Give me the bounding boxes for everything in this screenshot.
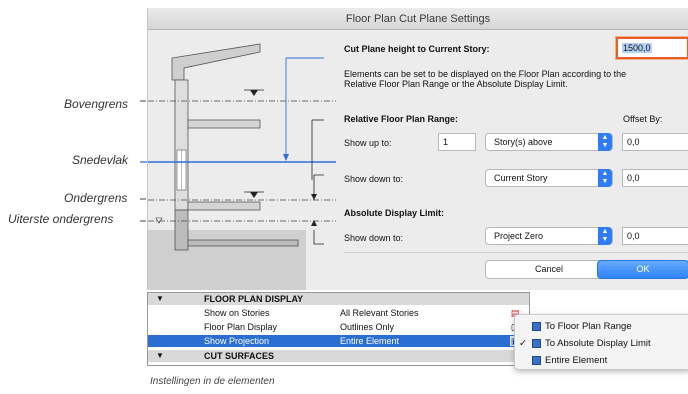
cut-plane-settings-dialog: Floor Plan Cut Plane Settings Cut Plane … (147, 8, 688, 290)
offset-by-label: Offset By: (623, 114, 663, 124)
menu-item-to-floor-plan-range[interactable]: To Floor Plan Range (515, 318, 688, 335)
show-down-to-select[interactable]: Current Story ▲ ▼ (485, 169, 613, 187)
menu-item-label: Entire Element (545, 355, 608, 366)
row-value: Entire Element (340, 336, 400, 346)
row-label: Floor Plan Display (204, 322, 278, 332)
dialog-title: Floor Plan Cut Plane Settings (148, 8, 688, 30)
chevron-updown-icon: ▲ ▼ (598, 169, 612, 187)
show-down-to-offset-input[interactable]: 0,0 (622, 169, 688, 187)
row-label: Show Projection (204, 336, 270, 346)
caption: Instellingen in de elementen (150, 376, 275, 387)
show-up-to-select[interactable]: Story(s) above ▲ ▼ (485, 133, 613, 151)
cancel-button[interactable]: Cancel (485, 260, 613, 279)
cut-plane-height-input[interactable]: 1500,0 (616, 37, 688, 59)
row-value: Outlines Only (340, 322, 395, 332)
collapse-triangle-icon: ▼ (156, 351, 164, 360)
show-down-to-label: Show down to: (344, 174, 404, 184)
menu-item-label: To Floor Plan Range (545, 321, 632, 332)
relative-range-heading: Relative Floor Plan Range: (344, 114, 459, 124)
section-floor-plan-display[interactable]: ▼ FLOOR PLAN DISPLAY (148, 293, 529, 305)
settings-row[interactable]: Show on Stories All Relevant Stories ▤ (148, 307, 529, 319)
ok-button[interactable]: OK (597, 260, 688, 279)
menu-item-label: To Absolute Display Limit (545, 338, 651, 349)
settings-row[interactable]: Floor Plan Display Outlines Only ▢ (148, 321, 529, 333)
collapse-triangle-icon: ▼ (156, 294, 164, 303)
absolute-limit-heading: Absolute Display Limit: (344, 208, 445, 218)
divider (344, 252, 688, 253)
section-cut-surfaces[interactable]: ▼ CUT SURFACES (148, 350, 529, 362)
abs-show-down-to-offset-input[interactable]: 0,0 (622, 227, 688, 245)
show-up-to-offset-input[interactable]: 0,0 (622, 133, 688, 151)
cut-plane-height-value: 1500,0 (622, 43, 652, 53)
projection-option-icon (532, 339, 541, 348)
cut-plane-height-label: Cut Plane height to Current Story: (344, 44, 490, 54)
chevron-updown-icon: ▲ ▼ (598, 133, 612, 151)
section-title: FLOOR PLAN DISPLAY (204, 294, 304, 304)
abs-show-down-to-select-value: Project Zero (494, 231, 544, 241)
row-label: Show on Stories (204, 308, 270, 318)
show-up-to-count-input[interactable]: 1 (438, 133, 476, 151)
settings-row-selected[interactable]: Show Projection Entire Element ▣ (148, 335, 529, 347)
element-settings-panel: ▼ FLOOR PLAN DISPLAY Show on Stories All… (147, 292, 530, 366)
description-line-2: Relative Floor Plan Range or the Absolut… (344, 79, 568, 89)
projection-option-icon (532, 356, 541, 365)
show-up-to-select-value: Story(s) above (494, 137, 553, 147)
projection-option-icon (532, 322, 541, 331)
description-line-1: Elements can be set to be displayed on t… (344, 69, 627, 79)
menu-item-to-absolute-display-limit[interactable]: ✓ To Absolute Display Limit (515, 335, 688, 352)
projection-popup-menu: To Floor Plan Range ✓ To Absolute Displa… (514, 314, 688, 370)
show-down-to-select-value: Current Story (494, 173, 548, 183)
section-diagram (148, 43, 336, 290)
row-value: All Relevant Stories (340, 308, 419, 318)
show-up-to-label: Show up to: (344, 138, 392, 148)
chevron-updown-icon: ▲ ▼ (598, 227, 612, 245)
section-title: CUT SURFACES (204, 351, 275, 361)
checkmark-icon: ✓ (519, 338, 527, 349)
menu-item-entire-element[interactable]: Entire Element (515, 352, 688, 369)
abs-show-down-to-label: Show down to: (344, 233, 404, 243)
abs-show-down-to-select[interactable]: Project Zero ▲ ▼ (485, 227, 613, 245)
